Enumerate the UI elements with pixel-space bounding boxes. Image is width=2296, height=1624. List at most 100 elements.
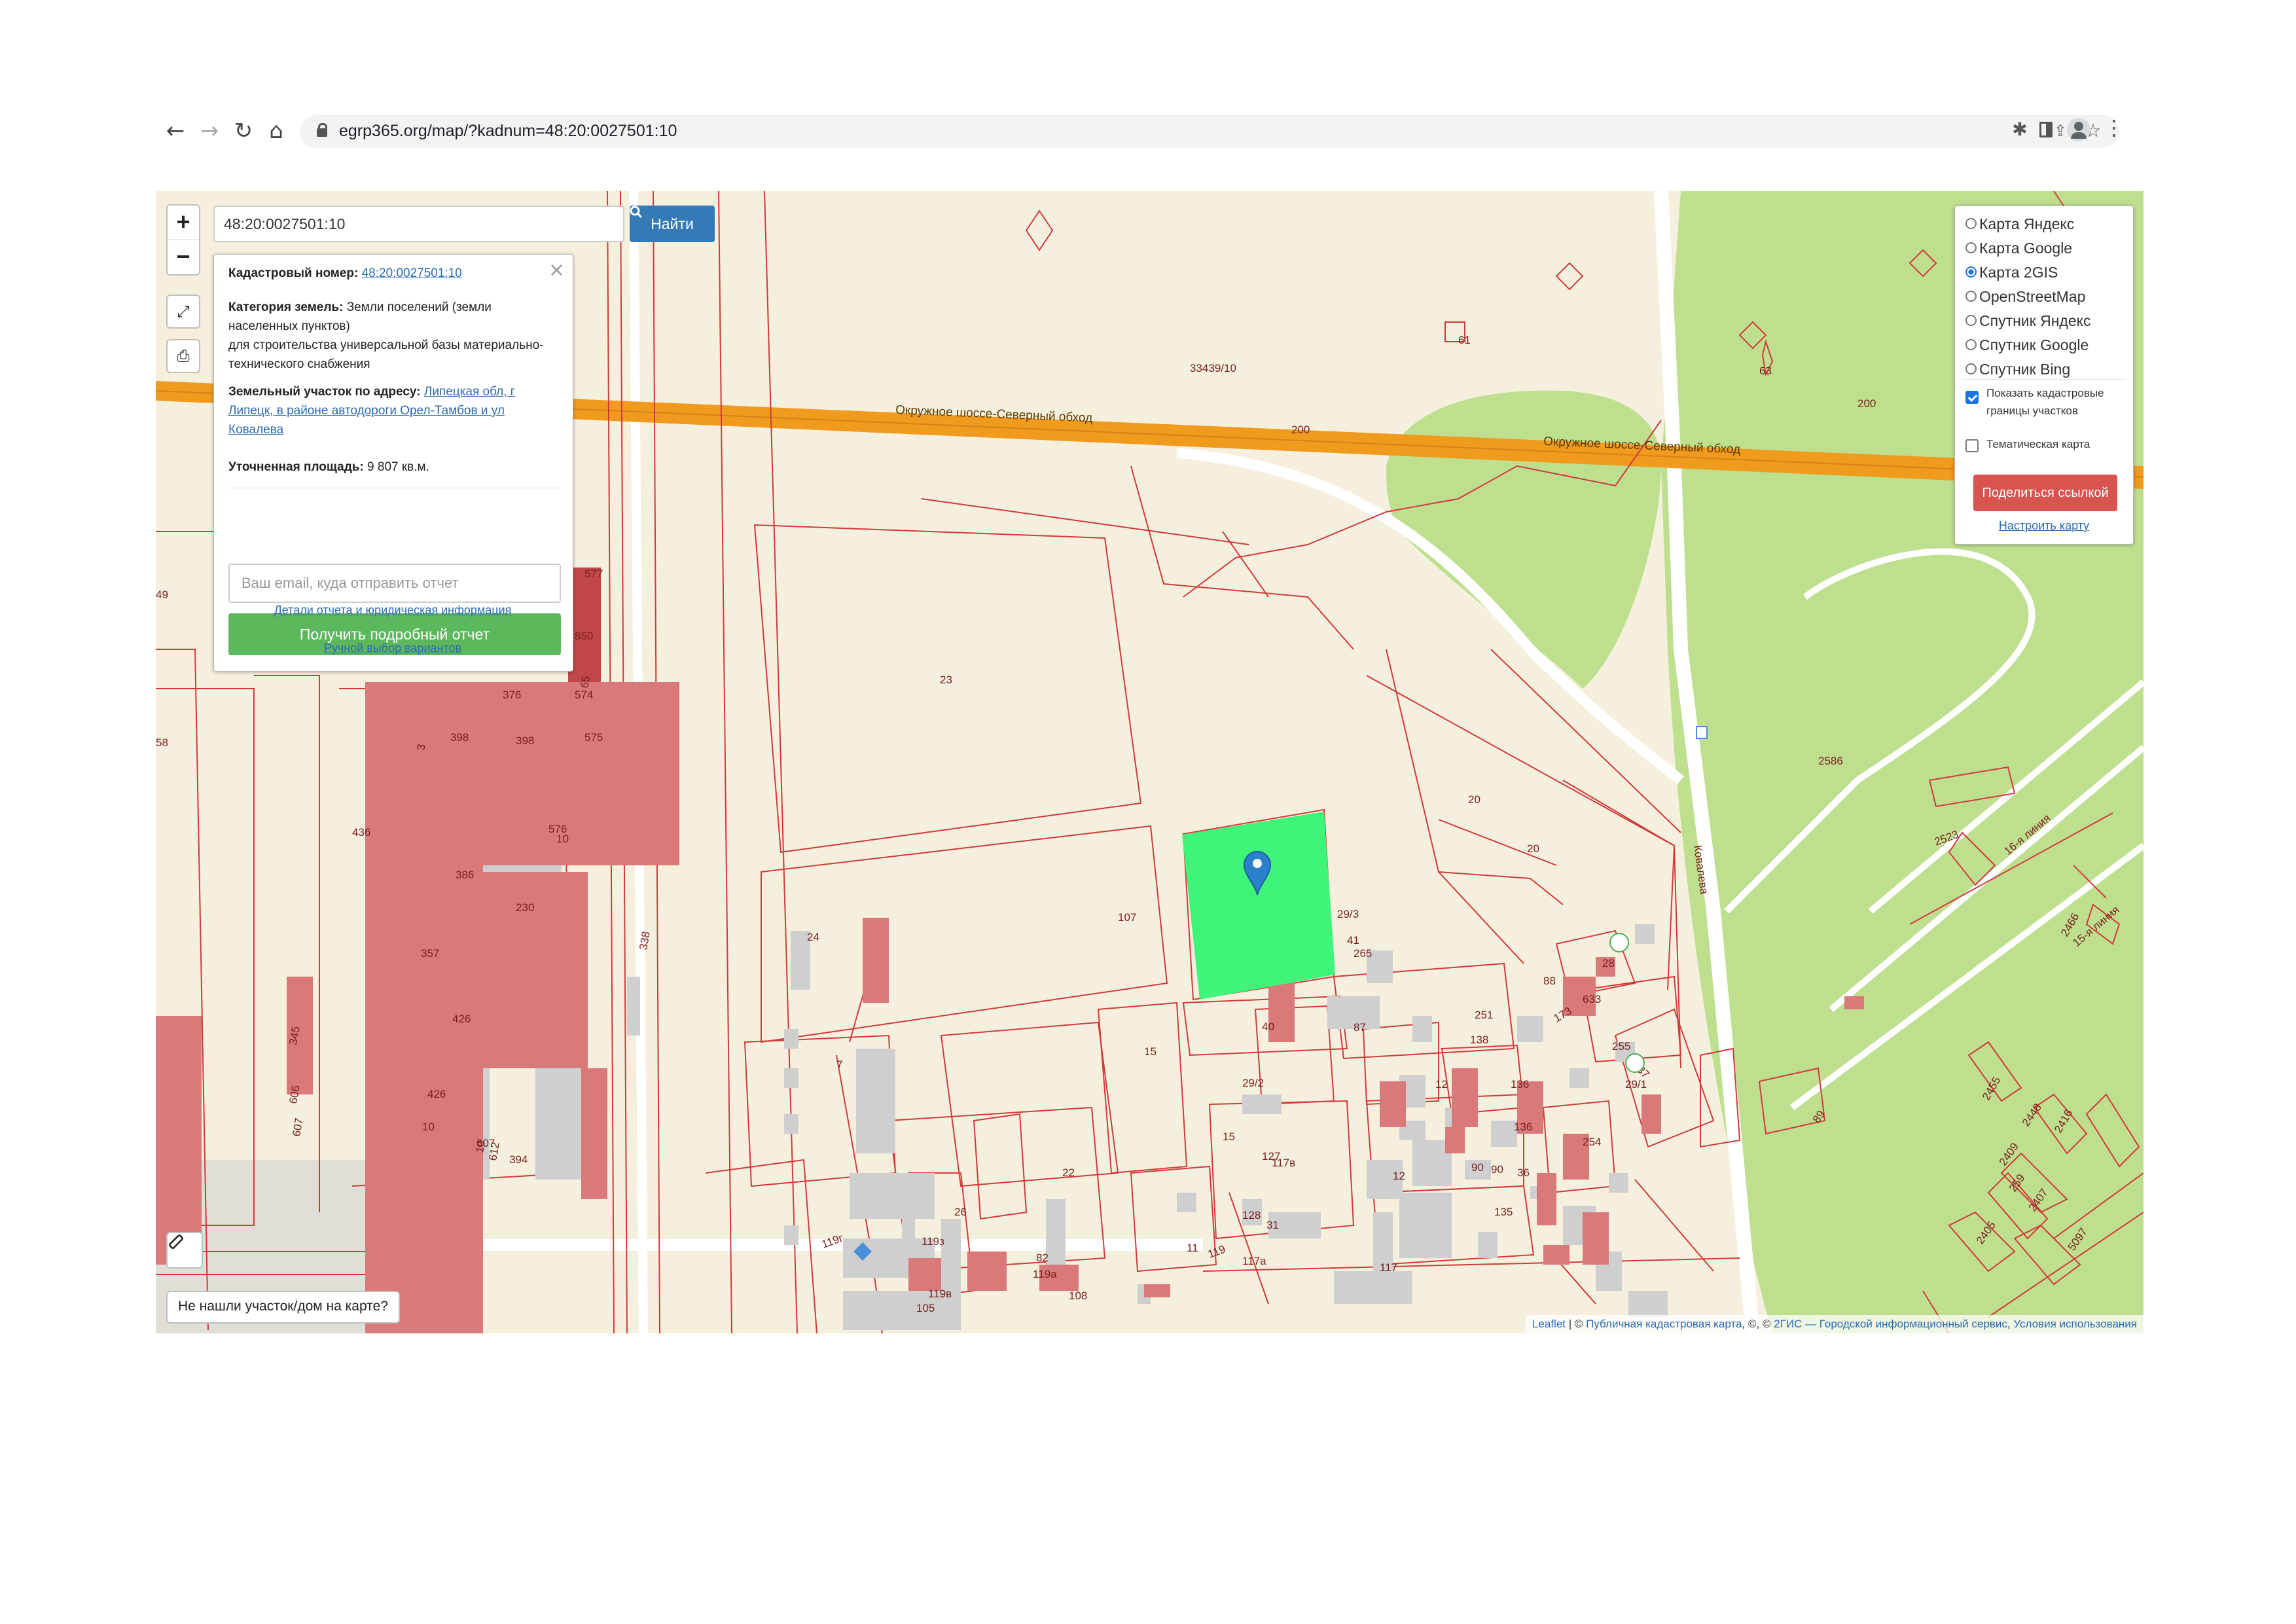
show-boundaries-label-line2: границы участков — [1986, 405, 2078, 417]
show-boundaries-label: Показать кадастровые границы участков — [1986, 384, 2104, 420]
parcel-number-label: 24 — [807, 931, 819, 943]
print-icon[interactable]: ⎙ — [166, 339, 200, 373]
parcel-number-label: 29/3 — [1337, 908, 1359, 920]
thematic-map-checkbox[interactable] — [1965, 439, 1979, 452]
find-button[interactable]: Найти — [630, 206, 715, 242]
radio-icon[interactable] — [1965, 315, 1977, 327]
layer-option[interactable]: Карта Google — [1965, 238, 2072, 258]
layer-option[interactable]: Карта 2GIS — [1965, 262, 2058, 282]
parcel-number-label: 82 — [1036, 1252, 1049, 1264]
parcel-number-label: 29/1 — [1625, 1078, 1647, 1091]
fuel-station-icon — [1609, 933, 1629, 952]
profile-avatar[interactable] — [2067, 118, 2090, 141]
parcel-number-label: 426 — [452, 1013, 471, 1025]
zoom-control: + − — [166, 204, 200, 276]
parcel-number-label: 49 — [156, 588, 168, 601]
radio-icon[interactable] — [1965, 291, 1977, 302]
parcel-number-label: 394 — [509, 1153, 528, 1166]
parcel-number-label: 138 — [1470, 1034, 1488, 1046]
zoom-in-button[interactable]: + — [168, 206, 199, 240]
parcel-number-label: 254 — [1583, 1136, 1601, 1148]
email-field[interactable]: Ваш email, куда отправить отчет — [228, 564, 561, 603]
browser-menu-icon[interactable]: ⋮ — [2104, 115, 2125, 140]
address-bar[interactable]: egrp365.org/map/?kadnum=48:20:0027501:10… — [300, 115, 2119, 148]
parcel-number-label: 338 — [637, 930, 653, 950]
ruler-icon[interactable] — [166, 1232, 203, 1269]
parcel-number-label: 426 — [427, 1088, 446, 1100]
parcel-number-label: 850 — [575, 630, 593, 642]
radio-icon[interactable] — [1965, 218, 1977, 230]
leaflet-link[interactable]: Leaflet — [1532, 1318, 1566, 1330]
parcel-number-label: 36 — [1517, 1166, 1530, 1179]
layer-option[interactable]: Спутник Яндекс — [1965, 311, 2090, 331]
pkk-link[interactable]: Публичная кадастровая карта — [1586, 1318, 1742, 1330]
address-row: Земельный участок по адресу: Липецкая об… — [228, 382, 556, 439]
map-attribution: Leaflet | © Публичная кадастровая карта,… — [1525, 1315, 2144, 1333]
manual-selection-link[interactable]: Ручной выбор вариантов — [213, 641, 572, 655]
2gis-link[interactable]: 2ГИС — Городской информационный сервис — [1774, 1318, 2007, 1330]
selected-parcel[interactable] — [1182, 812, 1335, 1000]
cadastral-search-input[interactable]: 48:20:0027501:10 — [213, 206, 624, 242]
buildings-red — [156, 568, 1864, 1333]
not-found-button[interactable]: Не нашли участок/дом на карте? — [166, 1291, 400, 1324]
zoom-out-button[interactable]: − — [168, 240, 199, 274]
layer-option[interactable]: OpenStreetMap — [1965, 287, 2085, 306]
parcel-number-label: 128 — [1242, 1209, 1261, 1221]
parcel-number-label: 10 — [556, 833, 569, 845]
parcel-number-label: 23 — [940, 674, 952, 686]
show-boundaries-label-line1: Показать кадастровые — [1986, 387, 2104, 399]
layer-option-label: Карта Google — [1979, 240, 2073, 257]
layer-option-label: Спутник Яндекс — [1979, 312, 2091, 329]
parcel-number-label: 11 — [1187, 1242, 1198, 1254]
fuel-station-icon — [1625, 1053, 1645, 1073]
parcel-number-label: 612 — [486, 1141, 502, 1161]
report-details-link[interactable]: Детали отчета и юридическая информация — [213, 604, 572, 617]
parcel-number-label: 119 — [1206, 1243, 1227, 1261]
radio-icon[interactable] — [1965, 363, 1977, 375]
layer-option[interactable]: Спутник Google — [1965, 335, 2089, 355]
bus-stop-icon — [1696, 726, 1708, 739]
layer-option[interactable]: Спутник Bing — [1965, 359, 2070, 379]
radio-icon[interactable] — [1965, 242, 1977, 254]
share-link-button[interactable]: Поделиться ссылкой — [1973, 475, 2117, 511]
home-icon[interactable]: ⌂ — [263, 118, 289, 144]
parcel-number-label: 251 — [1475, 1009, 1493, 1021]
radio-icon[interactable] — [1965, 339, 1977, 351]
fullscreen-icon[interactable]: ⤢ — [166, 295, 200, 329]
parcel-number-label: 398 — [450, 731, 469, 744]
extensions-icon[interactable]: ✱ — [2007, 117, 2033, 143]
back-icon[interactable]: ← — [162, 118, 188, 144]
parcel-number-label: 40 — [1262, 1020, 1274, 1033]
parcel-number-label: 230 — [516, 901, 534, 914]
parcel-number-label: 135 — [1494, 1206, 1513, 1218]
parcel-number-label: 108 — [1069, 1290, 1087, 1302]
cadastral-number-link[interactable]: 48:20:0027501:10 — [362, 266, 462, 280]
url-text[interactable]: egrp365.org/map/?kadnum=48:20:0027501:10 — [339, 122, 677, 141]
layer-option-label: Карта 2GIS — [1979, 264, 2058, 281]
show-boundaries-checkbox[interactable] — [1965, 391, 1979, 404]
layer-option[interactable]: Карта Яндекс — [1965, 214, 2074, 234]
parcel-number-label: 574 — [575, 689, 593, 701]
parcel-number-label: 90 — [1491, 1163, 1503, 1176]
layer-option-label: Карта Яндекс — [1979, 215, 2075, 232]
parcel-number-label: 136 — [1511, 1078, 1529, 1091]
map-viewport[interactable]: Окружное шоссе-Северный обход Окружное ш… — [156, 191, 2144, 1333]
area-row: Уточненная площадь: 9 807 кв.м. — [228, 458, 556, 477]
land-category-label: Категория земель: — [228, 300, 344, 314]
reload-icon[interactable]: ↻ — [230, 118, 257, 144]
area-label: Уточненная площадь: — [228, 460, 364, 474]
cadastral-number-label: Кадастровый номер: — [228, 266, 359, 280]
terms-link[interactable]: Условия использования — [2013, 1318, 2137, 1330]
layer-option-label: Спутник Bing — [1979, 361, 2071, 378]
parcel-number-label: 22 — [1062, 1166, 1075, 1179]
sidepanel-icon[interactable] — [2039, 122, 2053, 137]
parcel-number-label: 117а — [1242, 1255, 1266, 1267]
configure-map-link[interactable]: Настроить карту — [1955, 519, 2133, 533]
address-label: Земельный участок по адресу: — [228, 385, 421, 399]
forward-icon[interactable]: → — [196, 118, 223, 144]
parcel-number-label: 119в — [928, 1288, 952, 1300]
parcel-number-label: 376 — [503, 689, 521, 701]
parcel-label-33439: 33439/10 — [1190, 362, 1236, 374]
parcel-number-label: 2586 — [1818, 755, 1843, 767]
radio-icon[interactable] — [1965, 266, 1977, 278]
